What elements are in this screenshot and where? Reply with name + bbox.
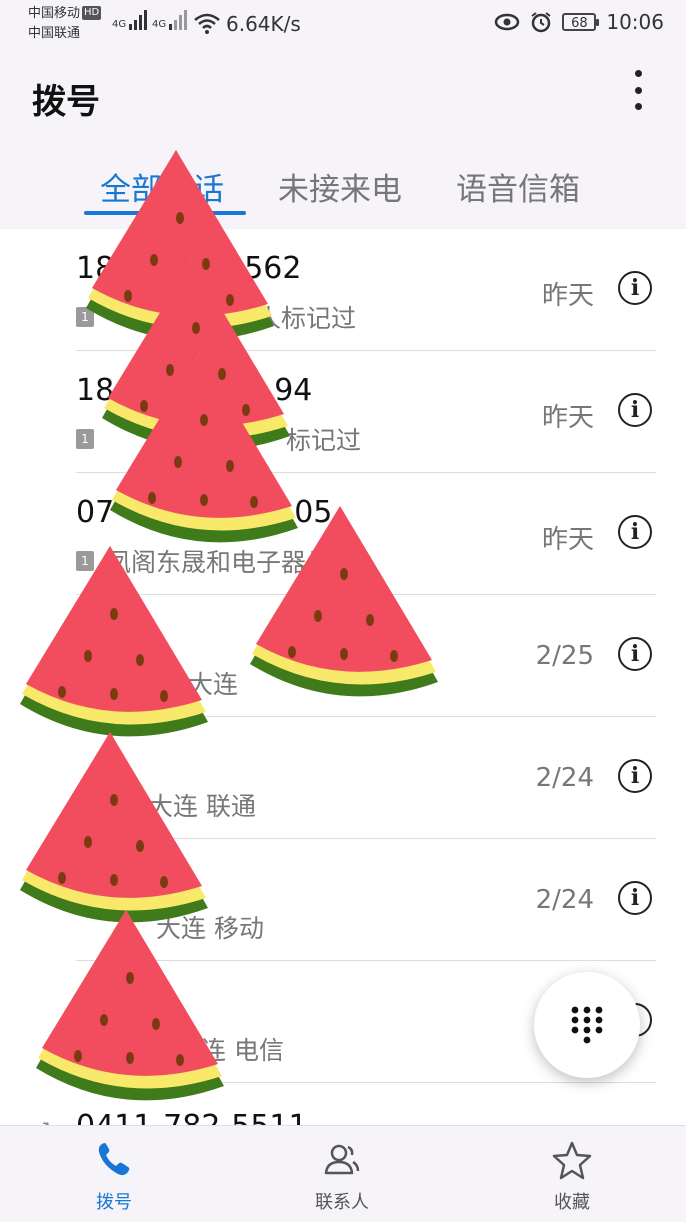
- contacts-icon: [324, 1144, 360, 1175]
- nav-contacts-label: 联系人: [315, 1192, 369, 1213]
- dialpad-icon: [571, 1006, 603, 1044]
- status-right: 68 10:06: [494, 10, 664, 34]
- info-icon[interactable]: i: [618, 271, 652, 305]
- app-bar: 拨号: [0, 56, 686, 136]
- alarm-icon: [531, 12, 551, 33]
- nav-favorites[interactable]: 收藏: [502, 1126, 642, 1222]
- dialpad-button[interactable]: [534, 972, 640, 1078]
- tab-voicemail[interactable]: 语音信箱: [456, 164, 580, 209]
- nav-contacts[interactable]: 联系人: [272, 1126, 412, 1222]
- phone-icon: [98, 1143, 130, 1176]
- sim-icon: 1: [76, 429, 94, 449]
- star-icon: [552, 1141, 592, 1180]
- status-bar: 中国移动 HD 中国联通 4G 4G 6.64K/s 68 10:06: [0, 0, 686, 48]
- eye-icon: [495, 13, 520, 31]
- watermelon-sticker: [250, 506, 438, 697]
- signal-1-icon: 4G: [112, 10, 151, 30]
- nav-dialer-label: 拨号: [96, 1192, 132, 1213]
- call-date: 昨天: [541, 281, 594, 311]
- carrier-1: 中国移动: [28, 6, 81, 21]
- hd-badge: HD: [82, 6, 102, 20]
- nav-favorites-label: 收藏: [554, 1192, 590, 1213]
- watermelon-sticker: [20, 732, 208, 923]
- clock: 10:06: [606, 10, 664, 34]
- watermelon-sticker: [20, 546, 208, 737]
- signal-2-icon: 4G: [152, 10, 191, 30]
- call-date: 昨天: [541, 525, 594, 555]
- outgoing-call-icon: ↗: [36, 1117, 51, 1125]
- call-date: 2/25: [535, 641, 594, 671]
- signal-bars-2-icon: [169, 10, 188, 30]
- battery-icon: 68: [562, 13, 600, 31]
- info-icon[interactable]: i: [618, 881, 652, 915]
- info-icon[interactable]: i: [618, 515, 652, 549]
- bottom-navigation: 拨号 联系人 收藏: [0, 1125, 686, 1222]
- network-type-2: 4G: [152, 19, 167, 30]
- info-icon[interactable]: i: [618, 393, 652, 427]
- nav-dialer[interactable]: 拨号: [44, 1126, 184, 1222]
- info-icon[interactable]: i: [618, 637, 652, 671]
- watermelon-sticker: [36, 910, 224, 1101]
- info-icon[interactable]: i: [618, 759, 652, 793]
- signal-bars-1-icon: [129, 10, 148, 30]
- wifi-icon: [194, 13, 220, 34]
- carrier-2: 中国联通: [28, 26, 81, 41]
- call-date: 2/24: [535, 885, 594, 915]
- network-type-1: 4G: [112, 19, 127, 30]
- more-options-icon[interactable]: [628, 70, 648, 110]
- page-title: 拨号: [32, 82, 100, 122]
- network-speed: 6.64K/s: [226, 12, 301, 36]
- tab-missed-calls[interactable]: 未接来电: [278, 164, 402, 209]
- call-date: 昨天: [541, 403, 594, 433]
- carrier-info: 中国移动 HD 中国联通: [28, 4, 102, 44]
- call-date: 2/24: [535, 763, 594, 793]
